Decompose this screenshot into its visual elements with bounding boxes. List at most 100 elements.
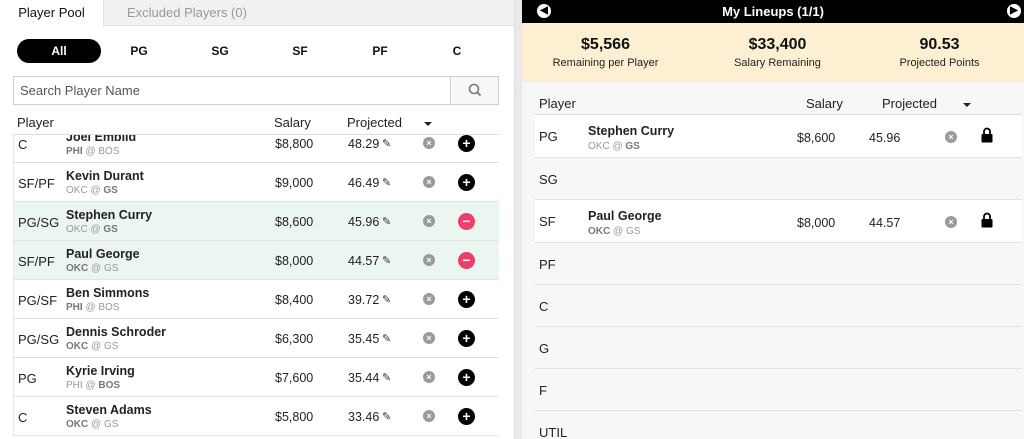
player-name[interactable]: Ben Simmons	[66, 286, 149, 300]
player-row[interactable]: PG/SF Ben Simmons PHI @ BOS $8,400 39.72 ✎ × +	[13, 280, 499, 319]
at-sign: @	[90, 224, 101, 235]
player-pool-list: C Joel Embiid PHI @ BOS $8,800 48.29 ✎ × + SF/PF…	[13, 134, 499, 439]
lineup-slot-row[interactable]: SF Paul George OKC @ GS $8,000 44.57 ×	[535, 200, 1022, 243]
player-row[interactable]: C Steven Adams OKC @ GS $5,800 33.46 ✎ × +	[13, 397, 499, 436]
header-salary[interactable]: Salary	[806, 96, 843, 111]
pencil-icon[interactable]: ✎	[382, 215, 391, 228]
player-salary: $8,600	[797, 131, 836, 145]
team-matchup: OKC @ GS	[588, 226, 640, 237]
opponent-abbr: GS	[103, 341, 119, 352]
stat-value: $5,566	[581, 36, 630, 53]
plus-circle-icon[interactable]: +	[458, 135, 475, 152]
search-icon	[468, 83, 482, 97]
pencil-icon[interactable]: ✎	[382, 137, 391, 150]
x-circle-icon[interactable]: ×	[423, 293, 435, 305]
player-name[interactable]: Steven Adams	[66, 403, 152, 417]
plus-circle-icon[interactable]: +	[458, 369, 475, 386]
lineup-slot-row[interactable]: PF	[535, 243, 1022, 285]
player-salary: $7,600	[275, 371, 314, 385]
pencil-icon[interactable]: ✎	[382, 254, 391, 267]
plus-circle-icon[interactable]: +	[458, 174, 475, 191]
minus-circle-icon[interactable]: −	[458, 252, 475, 269]
opponent-abbr: GS	[625, 141, 640, 152]
team-abbr: OKC	[66, 224, 88, 235]
filter-sf[interactable]: SF	[258, 39, 342, 63]
x-circle-icon[interactable]: ×	[423, 410, 435, 422]
lock-icon[interactable]	[981, 127, 993, 148]
pencil-icon[interactable]: ✎	[382, 293, 391, 306]
lineup-slot-row[interactable]: F	[535, 369, 1022, 411]
player-name[interactable]: Kyrie Irving	[66, 364, 135, 378]
plus-circle-icon[interactable]: +	[458, 291, 475, 308]
player-name[interactable]: Paul George	[66, 247, 140, 261]
x-circle-icon[interactable]: ×	[423, 371, 435, 383]
header-projected[interactable]: Projected	[882, 96, 937, 111]
pencil-icon[interactable]: ✎	[382, 176, 391, 189]
at-sign: @	[85, 146, 96, 157]
lineup-slot-row[interactable]: SG	[535, 158, 1022, 200]
player-name[interactable]: Kevin Durant	[66, 169, 144, 183]
x-circle-icon[interactable]: ×	[423, 137, 435, 149]
filter-all[interactable]: All	[17, 39, 101, 63]
player-position: C	[18, 137, 28, 152]
player-name[interactable]: Stephen Curry	[66, 208, 152, 222]
panel-divider[interactable]	[514, 0, 522, 439]
header-projected[interactable]: Projected	[347, 115, 402, 130]
slot-label: PG	[539, 129, 558, 144]
lock-icon[interactable]	[981, 212, 993, 233]
search-button[interactable]	[450, 77, 498, 104]
plus-circle-icon[interactable]: +	[458, 330, 475, 347]
team-matchup: OKC @ GS	[66, 419, 118, 430]
player-position: PG	[18, 371, 37, 386]
search-input[interactable]	[14, 77, 451, 104]
header-player[interactable]: Player	[539, 96, 576, 111]
filter-pf[interactable]: PF	[338, 39, 422, 63]
pencil-icon[interactable]: ✎	[382, 410, 391, 423]
player-name[interactable]: Paul George	[588, 209, 662, 223]
team-abbr: OKC	[66, 185, 88, 196]
player-name[interactable]: Dennis Schroder	[66, 325, 166, 339]
lineup-slot-row[interactable]: C	[535, 285, 1022, 327]
at-sign: @	[612, 141, 623, 152]
x-circle-icon[interactable]: ×	[423, 332, 435, 344]
team-abbr: PHI	[66, 146, 83, 157]
x-circle-icon[interactable]: ×	[945, 131, 957, 143]
x-circle-icon[interactable]: ×	[945, 216, 957, 228]
plus-circle-icon[interactable]: +	[458, 408, 475, 425]
tab-excluded-players[interactable]: Excluded Players (0)	[127, 0, 247, 26]
player-salary: $8,000	[797, 216, 836, 230]
lineup-slot-row[interactable]: UTIL	[535, 411, 1022, 439]
player-row[interactable]: SF/PF Kevin Durant OKC @ GS $9,000 46.49 ✎ × +	[13, 163, 499, 202]
at-sign: @	[91, 419, 102, 430]
player-row[interactable]: C Joel Embiid PHI @ BOS $8,800 48.29 ✎ × +	[13, 135, 499, 163]
at-sign: @	[91, 263, 102, 274]
caret-down-icon[interactable]	[424, 116, 432, 131]
header-salary[interactable]: Salary	[274, 115, 311, 130]
player-name[interactable]: Joel Embiid	[66, 135, 136, 144]
caret-down-icon[interactable]	[963, 97, 971, 112]
pencil-icon[interactable]: ✎	[382, 332, 391, 345]
player-row[interactable]: PG/SG Dennis Schroder OKC @ GS $6,300 35.45 ✎…	[13, 319, 499, 358]
slot-label: SF	[539, 214, 556, 229]
header-player[interactable]: Player	[17, 115, 54, 130]
at-sign: @	[85, 302, 96, 313]
minus-circle-icon[interactable]: −	[458, 213, 475, 230]
player-position: PG/SF	[18, 293, 58, 308]
filter-sg[interactable]: SG	[178, 39, 262, 63]
player-row[interactable]: PG Kyrie Irving PHI @ BOS $7,600 35.44 ✎ × +	[13, 358, 499, 397]
lineup-slot-row[interactable]: PG Stephen Curry OKC @ GS $8,600 45.96 ×	[535, 115, 1022, 158]
x-circle-icon[interactable]: ×	[423, 215, 435, 227]
pencil-icon[interactable]: ✎	[382, 371, 391, 384]
player-row[interactable]: PG/SG Stephen Curry OKC @ GS $8,600 45.96 ✎ × −	[13, 202, 499, 241]
arrow-right-circle-icon[interactable]: ▶	[1007, 4, 1021, 18]
player-name[interactable]: Stephen Curry	[588, 124, 674, 138]
player-position: PG/SG	[18, 332, 60, 347]
filter-c[interactable]: C	[415, 39, 499, 63]
x-circle-icon[interactable]: ×	[423, 176, 435, 188]
app-root: Player Pool Excluded Players (0) All PG …	[0, 0, 1024, 439]
filter-pg[interactable]: PG	[97, 39, 181, 63]
lineup-slot-row[interactable]: G	[535, 327, 1022, 369]
player-row[interactable]: SF/PF Paul George OKC @ GS $8,000 44.57 ✎ × −	[13, 241, 499, 280]
tab-player-pool[interactable]: Player Pool	[0, 0, 104, 27]
x-circle-icon[interactable]: ×	[423, 254, 435, 266]
